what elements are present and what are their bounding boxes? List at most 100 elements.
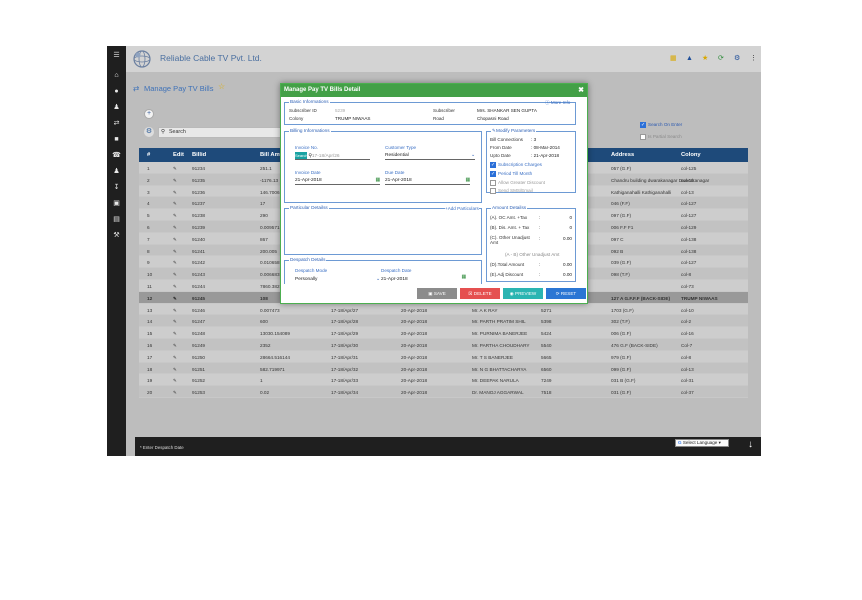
despatch-mode-select[interactable]: Personally ⌄: [295, 276, 380, 284]
table-row[interactable]: 17 91250 28664.516144 17-18/Apr/31 20-Apr-20…: [139, 350, 748, 363]
gear-icon[interactable]: ⚙: [734, 54, 740, 63]
edit-icon[interactable]: ✎: [173, 190, 177, 196]
user-icon[interactable]: ♟: [107, 104, 126, 112]
invoice-date-input[interactable]: 21-Apr-2018 ▦: [295, 177, 380, 185]
edit-icon[interactable]: ✎: [173, 367, 177, 373]
table-row[interactable]: 18 91251 582.719971 17-18/Apr/32 20-Apr-2018…: [139, 362, 748, 375]
checkbox-unchecked-icon: [490, 180, 496, 186]
more-info-link[interactable]: ⓘ More Info: [545, 100, 570, 106]
customer-type-select[interactable]: Residential ⌄: [385, 152, 475, 160]
basic-info-section: Basic Informations ⓘ More Info Subscribe…: [284, 99, 576, 125]
add-button[interactable]: +: [144, 109, 154, 119]
road-value: Chopasni Road: [477, 116, 509, 121]
allow-greater-discount-checkbox[interactable]: Allow Greater Discount: [490, 180, 545, 186]
table-row[interactable]: 20 91253 0.02 17-18/Apr/34 20-Apr-2018 Dr. MA…: [139, 386, 748, 398]
period-till-month-checkbox[interactable]: ✓ Period Till Month: [490, 171, 532, 177]
edit-icon[interactable]: ✎: [173, 284, 177, 290]
language-select[interactable]: G Select Language ▾: [675, 439, 729, 447]
search-on-enter-checkbox[interactable]: ✓ Search On Enter: [640, 122, 682, 128]
edit-icon[interactable]: ✎: [173, 296, 177, 302]
users-icon[interactable]: ♟: [107, 168, 126, 176]
col-header-bill-amount[interactable]: Bill Amt: [260, 152, 282, 158]
reset-button[interactable]: ⟳ RESET: [546, 288, 586, 299]
add-particulars-link[interactable]: +Add Particulars: [445, 206, 479, 211]
close-icon[interactable]: ✖: [578, 87, 584, 94]
cell-subscriber-id: 5540: [541, 342, 552, 348]
edit-icon[interactable]: ✎: [173, 201, 177, 207]
table-row[interactable]: 13 91246 0.007473 17-18/Apr/27 20-Apr-2018 Mr…: [139, 303, 748, 316]
col-header-address[interactable]: Address: [611, 152, 634, 158]
wrench-icon[interactable]: ⚒: [107, 232, 126, 240]
grid-icon[interactable]: ▦: [670, 54, 677, 63]
other-unadjust-value[interactable]: 0.00: [563, 236, 572, 241]
calendar-icon[interactable]: ▦: [465, 177, 470, 185]
more-vertical-icon[interactable]: ⋮: [750, 54, 757, 63]
menu-icon[interactable]: ☰: [107, 52, 126, 60]
edit-icon[interactable]: ✎: [173, 237, 177, 243]
delete-button[interactable]: ☒ DELETE: [460, 288, 500, 299]
col-header-colony[interactable]: Colony: [681, 152, 701, 158]
globe-icon[interactable]: ●: [107, 88, 126, 96]
print-icon[interactable]: ▤: [107, 216, 126, 224]
scroll-down-icon[interactable]: ↓: [748, 439, 753, 450]
cell-colony: col-8: [681, 272, 692, 278]
calendar-icon[interactable]: ▦: [375, 177, 380, 185]
search-input[interactable]: ⚲ Search: [158, 127, 288, 138]
edit-icon[interactable]: ✎: [173, 272, 177, 278]
save-button[interactable]: ▣ SAVE: [417, 288, 457, 299]
exchange-icon[interactable]: ⇄: [107, 120, 126, 128]
edit-icon[interactable]: ✎: [173, 213, 177, 219]
cell-colony: col-10: [681, 307, 694, 313]
cell-address: 099 (G.F): [611, 366, 632, 372]
refresh-icon[interactable]: ⟳: [718, 54, 724, 63]
bill-connections-label: Bill Connections: [490, 137, 523, 142]
table-row[interactable]: 15 91248 13030.154089 17-18/Apr/29 20-Apr-20…: [139, 327, 748, 339]
monitor-icon[interactable]: ▣: [107, 200, 126, 208]
calendar-icon[interactable]: ▦: [461, 274, 466, 282]
preview-button[interactable]: ◉ PREVIEW: [503, 288, 543, 299]
col-header-edit[interactable]: Edit: [173, 152, 184, 158]
settings-button[interactable]: ⚙: [144, 127, 154, 137]
home-icon[interactable]: ⌂: [107, 72, 126, 80]
dis-amount-value[interactable]: 0: [569, 225, 572, 230]
edit-icon[interactable]: ✎: [173, 319, 177, 325]
subscriber-id-value[interactable]: 5239: [335, 108, 345, 113]
edit-icon[interactable]: ✎: [173, 343, 177, 349]
edit-icon[interactable]: ✎: [173, 355, 177, 361]
bell-icon[interactable]: ▲: [686, 54, 693, 63]
send-sms-checkbox[interactable]: Send SMS/Email: [490, 188, 533, 194]
download-icon[interactable]: ↧: [107, 184, 126, 192]
col-header-index[interactable]: #: [147, 152, 150, 158]
partial-search-checkbox[interactable]: Is Partial Search: [640, 134, 682, 140]
bill-connections-number: 3: [533, 137, 537, 142]
edit-icon[interactable]: ✎: [173, 225, 177, 231]
phone-icon[interactable]: ☎: [107, 152, 126, 160]
invoice-no-input[interactable]: Search ⚲17-18/Apr/26: [295, 152, 370, 160]
edit-icon[interactable]: ✎: [173, 249, 177, 255]
col-header-billid[interactable]: Billid: [192, 152, 206, 158]
delete-button-label: DELETE: [473, 291, 492, 296]
edit-icon[interactable]: ✎: [173, 378, 177, 384]
edit-icon[interactable]: ✎: [173, 166, 177, 172]
table-row[interactable]: 19 91252 1 17-18/Apr/33 20-Apr-2018 Mr. DEEPA…: [139, 374, 748, 387]
cell-colony: col-73: [681, 283, 694, 289]
cell-billid: 91253: [192, 390, 206, 396]
edit-icon[interactable]: ✎: [173, 308, 177, 314]
table-row[interactable]: 16 91249 2352 17-18/Apr/30 20-Apr-2018 Mr. PA…: [139, 338, 748, 351]
total-amount-value[interactable]: 0.00: [563, 262, 572, 267]
table-row[interactable]: 14 91247 600 17-18/Apr/28 20-Apr-2018 Mr. PAR…: [139, 315, 748, 328]
document-icon[interactable]: ■: [107, 136, 126, 144]
edit-icon[interactable]: ✎: [173, 331, 177, 337]
subscription-charges-checkbox[interactable]: ✓ Subscription Charges: [490, 162, 542, 168]
edit-icon[interactable]: ✎: [173, 260, 177, 266]
reset-button-label: RESET: [560, 291, 577, 296]
favorite-star-icon[interactable]: ☆: [218, 82, 225, 91]
invoice-search-button[interactable]: Search: [295, 152, 308, 159]
edit-icon[interactable]: ✎: [173, 178, 177, 184]
edit-icon[interactable]: ✎: [173, 390, 177, 396]
oc-amount-value[interactable]: 0: [569, 215, 572, 220]
despatch-date-input[interactable]: 21-Apr-2018 ▦: [381, 274, 466, 284]
due-date-input[interactable]: 21-Apr-2018 ▦: [385, 177, 470, 185]
star-icon[interactable]: ★: [702, 54, 708, 63]
adj-discount-value[interactable]: 0.00: [563, 272, 572, 277]
